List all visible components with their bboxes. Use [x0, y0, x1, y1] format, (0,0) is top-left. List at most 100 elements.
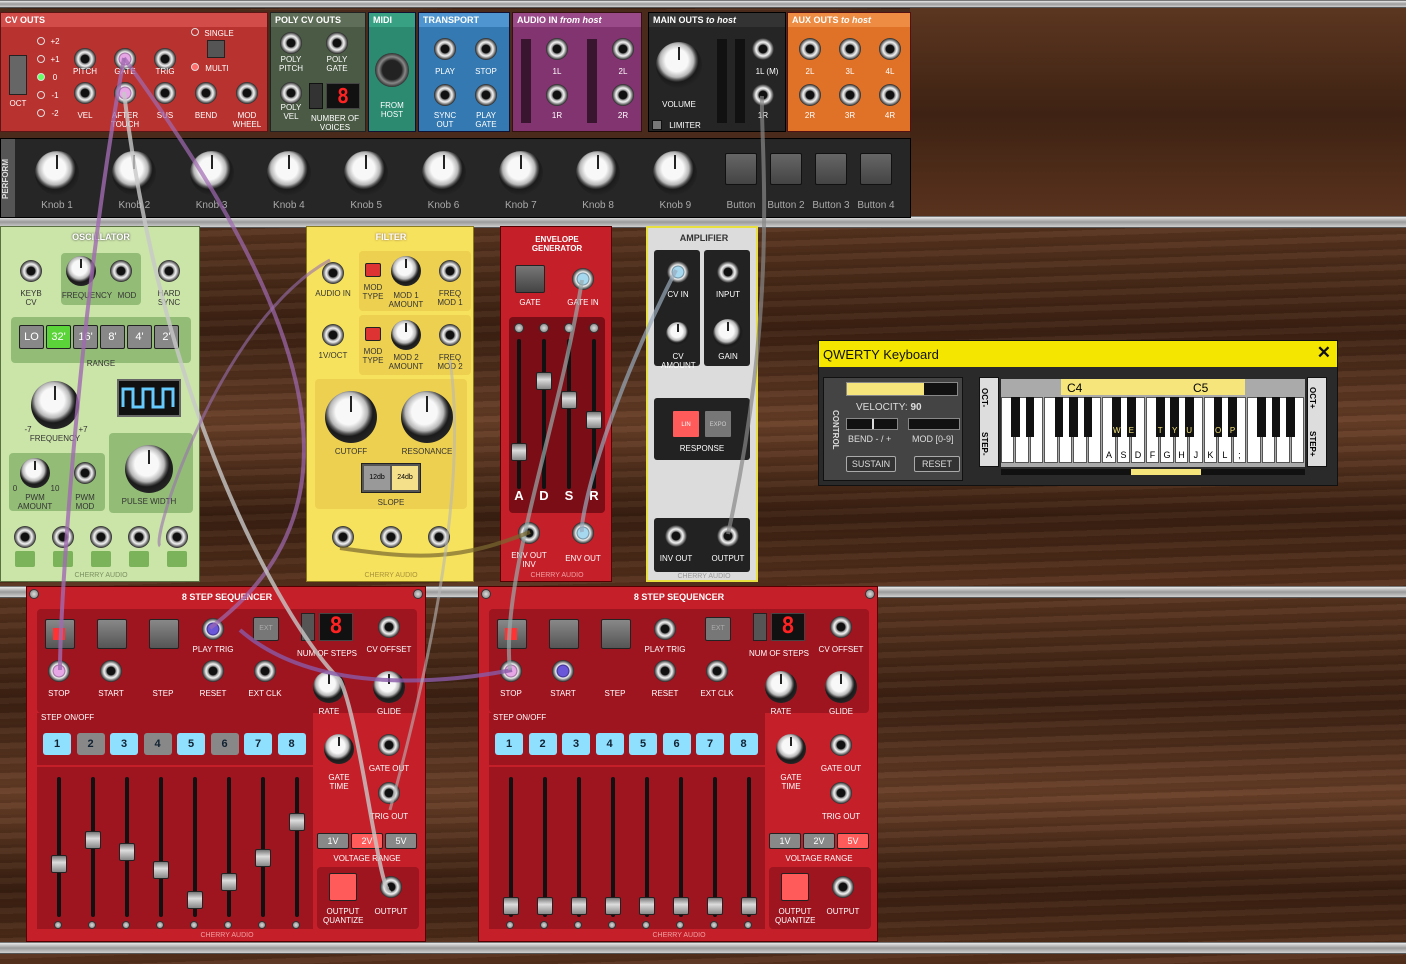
- step-toggle[interactable]: 6: [662, 733, 691, 755]
- range-button[interactable]: 4': [127, 325, 152, 349]
- octave-radio[interactable]: [37, 55, 45, 63]
- r-slider[interactable]: [586, 339, 602, 489]
- velocity-bar[interactable]: [846, 382, 958, 396]
- fader-cap[interactable]: [707, 897, 723, 915]
- gate-button[interactable]: [515, 265, 545, 293]
- perform-knob[interactable]: [576, 151, 621, 195]
- step-fader[interactable]: [741, 777, 757, 917]
- mod2-type-button[interactable]: [365, 327, 381, 341]
- black-key[interactable]: O: [1213, 397, 1223, 437]
- voltage-range-button[interactable]: 2V: [803, 833, 835, 849]
- black-key[interactable]: [1271, 397, 1281, 437]
- step-toggle[interactable]: 5: [629, 733, 657, 755]
- ext-clk-jack[interactable]: [254, 660, 276, 682]
- step-fader[interactable]: [255, 777, 271, 917]
- fader-cap[interactable]: [221, 873, 237, 891]
- gate-out-jack[interactable]: [830, 734, 852, 756]
- black-key[interactable]: [1054, 397, 1064, 437]
- step-toggle[interactable]: 3: [110, 733, 138, 755]
- range-button[interactable]: 2': [154, 325, 179, 349]
- black-key[interactable]: P: [1228, 397, 1237, 437]
- play-trig-jack[interactable]: [202, 618, 224, 640]
- poly-pitch-jack[interactable]: [280, 32, 302, 54]
- single-radio[interactable]: [191, 28, 199, 36]
- fader-cap[interactable]: [153, 861, 169, 879]
- multi-radio[interactable]: [191, 63, 199, 71]
- slope-switch[interactable]: 12db 24db: [361, 463, 421, 493]
- black-key[interactable]: [1025, 397, 1035, 437]
- aux-3r-jack[interactable]: [839, 84, 861, 106]
- start-jack[interactable]: [552, 660, 574, 682]
- perform-button[interactable]: [770, 153, 802, 185]
- step-toggle[interactable]: 2: [528, 733, 557, 755]
- frequency-mod-knob[interactable]: [66, 256, 96, 286]
- fader-cap[interactable]: [85, 831, 101, 849]
- voices-stepper[interactable]: [309, 83, 323, 109]
- black-key[interactable]: [1011, 397, 1020, 437]
- voltage-range-button[interactable]: 1V: [769, 833, 801, 849]
- poly-gate-jack[interactable]: [326, 32, 348, 54]
- highpass-out-jack[interactable]: [428, 526, 450, 548]
- limiter-checkbox[interactable]: [652, 120, 662, 130]
- a-slider[interactable]: [511, 339, 527, 489]
- s-slider[interactable]: [561, 339, 577, 489]
- mode-switch[interactable]: [207, 40, 225, 58]
- fader-cap[interactable]: [605, 897, 621, 915]
- slope-12db[interactable]: 12db: [364, 466, 390, 490]
- output-quantize-button[interactable]: [781, 873, 809, 901]
- mod-bar[interactable]: [908, 418, 960, 430]
- rate-knob[interactable]: [765, 671, 797, 703]
- fader-cap[interactable]: [741, 897, 757, 915]
- slider-cap[interactable]: [511, 443, 527, 461]
- keyboard-scrollbar[interactable]: [1001, 469, 1305, 475]
- play-trig-jack[interactable]: [654, 618, 676, 640]
- step-fader[interactable]: [571, 777, 587, 917]
- step-toggle[interactable]: 4: [143, 733, 172, 755]
- fader-cap[interactable]: [503, 897, 519, 915]
- step-fader[interactable]: [187, 777, 203, 917]
- black-key[interactable]: [1257, 397, 1266, 437]
- perform-knob[interactable]: [35, 151, 79, 195]
- black-key[interactable]: [1069, 397, 1078, 437]
- range-button[interactable]: 8': [100, 325, 125, 349]
- aux-2l-jack[interactable]: [799, 38, 821, 60]
- close-icon[interactable]: ✕: [1317, 343, 1331, 363]
- gate-time-knob[interactable]: [776, 734, 806, 764]
- mod2-amount-knob[interactable]: [391, 320, 421, 350]
- step-toggle[interactable]: 4: [595, 733, 624, 755]
- pulse-width-knob[interactable]: [125, 445, 173, 493]
- pwm-mod-jack[interactable]: [74, 462, 96, 484]
- step-fader[interactable]: [537, 777, 553, 917]
- pulse-out-jack[interactable]: [90, 526, 112, 548]
- audio-in-2r-jack[interactable]: [612, 84, 634, 106]
- fader-cap[interactable]: [187, 891, 203, 909]
- trig-out-jack[interactable]: [378, 782, 400, 804]
- resonance-knob[interactable]: [401, 391, 453, 443]
- freq-mod2-jack[interactable]: [439, 324, 461, 346]
- step-toggle[interactable]: 6: [210, 733, 239, 755]
- stop-jack[interactable]: [500, 660, 522, 682]
- step-fader[interactable]: [673, 777, 689, 917]
- fader-cap[interactable]: [537, 897, 553, 915]
- octave-radio[interactable]: [37, 37, 45, 45]
- fader-cap[interactable]: [289, 813, 305, 831]
- octave-radio[interactable]: [37, 73, 45, 81]
- hard-sync-jack[interactable]: [158, 260, 180, 282]
- rate-knob[interactable]: [313, 671, 345, 703]
- pwm-amount-knob[interactable]: [20, 458, 50, 488]
- perform-knob[interactable]: [653, 151, 698, 195]
- inv-out-jack[interactable]: [665, 525, 687, 547]
- oct-plus-button[interactable]: OCT+ STEP+: [1307, 377, 1327, 467]
- range-button[interactable]: 32': [46, 325, 71, 349]
- gate-out-jack[interactable]: [378, 734, 400, 756]
- sustain-button[interactable]: SUSTAIN: [846, 456, 896, 472]
- lin-button[interactable]: LIN: [672, 410, 700, 438]
- env-out-jack[interactable]: [572, 522, 594, 544]
- output-quantize-button[interactable]: [329, 873, 357, 901]
- reset-jack[interactable]: [202, 660, 224, 682]
- poly-vel-jack[interactable]: [280, 82, 302, 104]
- d-slider[interactable]: [536, 339, 552, 489]
- voltage-range-button[interactable]: 1V: [317, 833, 349, 849]
- octave-stepper[interactable]: [9, 55, 27, 95]
- audio-in-1l-jack[interactable]: [546, 38, 568, 60]
